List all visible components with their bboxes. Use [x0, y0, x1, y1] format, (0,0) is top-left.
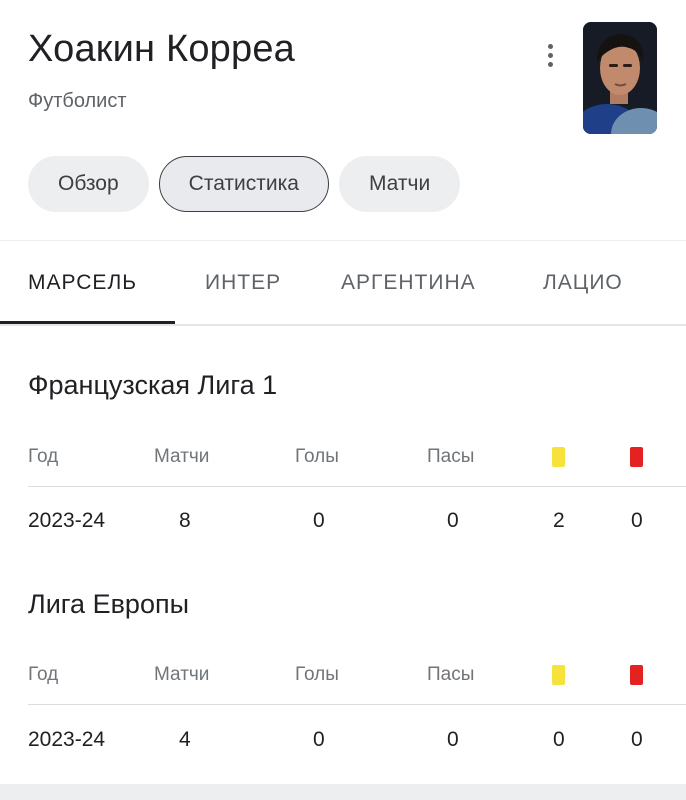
col-matches: Матчи — [154, 446, 210, 467]
col-goals: Голы — [295, 664, 339, 685]
col-year: Год — [28, 664, 59, 685]
red-card-icon — [630, 665, 643, 691]
tab-marseille[interactable]: МАРСЕЛЬ — [28, 241, 137, 325]
cell-goals: 0 — [313, 509, 325, 532]
yellow-card-icon — [552, 665, 565, 691]
competition-title: Французская Лига 1 — [28, 370, 278, 400]
red-card-icon — [630, 447, 643, 473]
team-tabs: МАРСЕЛЬ ИНТЕР АРГЕНТИНА ЛАЦИО — [0, 241, 686, 325]
tab-argentina[interactable]: АРГЕНТИНА — [341, 241, 476, 325]
col-assists: Пасы — [427, 446, 475, 467]
competition-title: Лига Европы — [28, 589, 189, 619]
cell-red-cards: 0 — [631, 509, 643, 532]
cell-goals: 0 — [313, 728, 325, 751]
tab-inter[interactable]: ИНТЕР — [205, 241, 281, 325]
tab-lazio[interactable]: ЛАЦИО — [543, 241, 623, 325]
more-options-button[interactable] — [536, 38, 564, 72]
player-photo[interactable] — [583, 22, 657, 134]
player-photo-image — [583, 22, 657, 134]
cell-year: 2023-24 — [28, 509, 106, 532]
row-divider — [28, 486, 686, 487]
col-goals: Голы — [295, 446, 339, 467]
more-options-icon — [547, 43, 553, 49]
chip-statistics[interactable]: Статистика — [158, 156, 329, 212]
bottom-divider — [0, 784, 686, 800]
cell-matches: 4 — [179, 728, 191, 751]
col-matches: Матчи — [154, 664, 210, 685]
section-chips: Обзор Статистика Матчи — [28, 156, 461, 212]
cell-year: 2023-24 — [28, 728, 106, 751]
chip-overview[interactable]: Обзор — [28, 156, 149, 212]
player-header: Хоакин Корреа Футболист Обзор Статистика… — [0, 0, 686, 240]
cell-matches: 8 — [179, 509, 191, 532]
more-options-dot — [547, 61, 553, 67]
yellow-card-icon — [552, 447, 565, 473]
player-name: Хоакин Корреа — [28, 28, 295, 70]
tabs-divider — [0, 324, 686, 326]
col-assists: Пасы — [427, 664, 475, 685]
cell-assists: 0 — [447, 728, 459, 751]
chip-matches[interactable]: Матчи — [338, 156, 461, 212]
cell-assists: 0 — [447, 509, 459, 532]
cell-yellow-cards: 2 — [553, 509, 565, 532]
more-options-dot — [547, 52, 553, 58]
col-year: Год — [28, 446, 59, 467]
player-role: Футболист — [28, 90, 127, 112]
cell-yellow-cards: 0 — [553, 728, 565, 751]
row-divider — [28, 704, 686, 705]
cell-red-cards: 0 — [631, 728, 643, 751]
